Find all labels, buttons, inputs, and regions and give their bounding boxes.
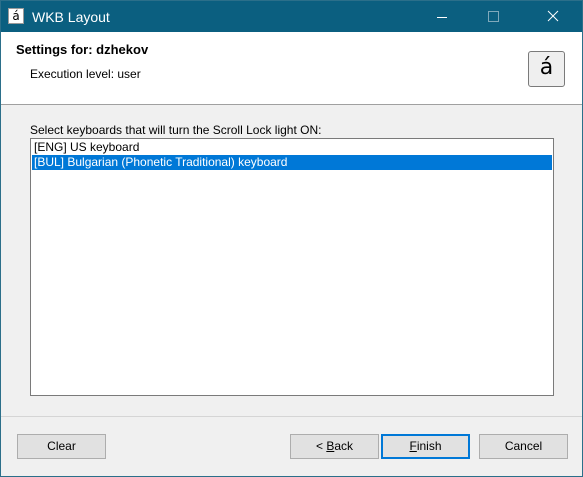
back-button[interactable]: < Back: [290, 434, 379, 459]
title-bar[interactable]: á WKB Layout: [1, 1, 582, 32]
close-button[interactable]: [528, 1, 574, 32]
keyboard-listbox[interactable]: [ENG] US keyboard [BUL] Bulgarian (Phone…: [30, 138, 554, 396]
maximize-button[interactable]: [465, 1, 511, 32]
keyboard-list-label: Select keyboards that will turn the Scro…: [30, 123, 322, 137]
minimize-button[interactable]: [419, 1, 465, 32]
keyboard-list-item[interactable]: [ENG] US keyboard: [32, 140, 552, 155]
minimize-icon: [437, 17, 447, 18]
finish-button[interactable]: Finish: [381, 434, 470, 459]
clear-button-label: Clear: [47, 439, 76, 453]
finish-button-mnemonic: F: [409, 439, 417, 453]
finish-button-label-rest: inish: [416, 439, 442, 453]
wkb-layout-window: á WKB Layout Settings for: dzhekov Execu…: [0, 0, 583, 477]
clear-button[interactable]: Clear: [17, 434, 106, 459]
close-icon: [547, 10, 559, 22]
cancel-button[interactable]: Cancel: [479, 434, 568, 459]
back-button-prefix: <: [315, 439, 327, 453]
app-icon: á: [8, 8, 24, 24]
wizard-header: Settings for: dzhekov Execution level: u…: [1, 32, 582, 105]
keyboard-list-item-selected[interactable]: [BUL] Bulgarian (Phonetic Traditional) k…: [32, 155, 552, 170]
back-button-label-rest: ack: [334, 439, 354, 453]
window-title: WKB Layout: [32, 9, 110, 25]
footer-separator: [1, 416, 582, 417]
maximize-icon: [488, 11, 499, 22]
cancel-button-label: Cancel: [504, 439, 543, 453]
execution-level-text: Execution level: user: [30, 67, 141, 81]
app-logo-button[interactable]: á: [528, 51, 565, 87]
settings-title: Settings for: dzhekov: [16, 42, 149, 57]
